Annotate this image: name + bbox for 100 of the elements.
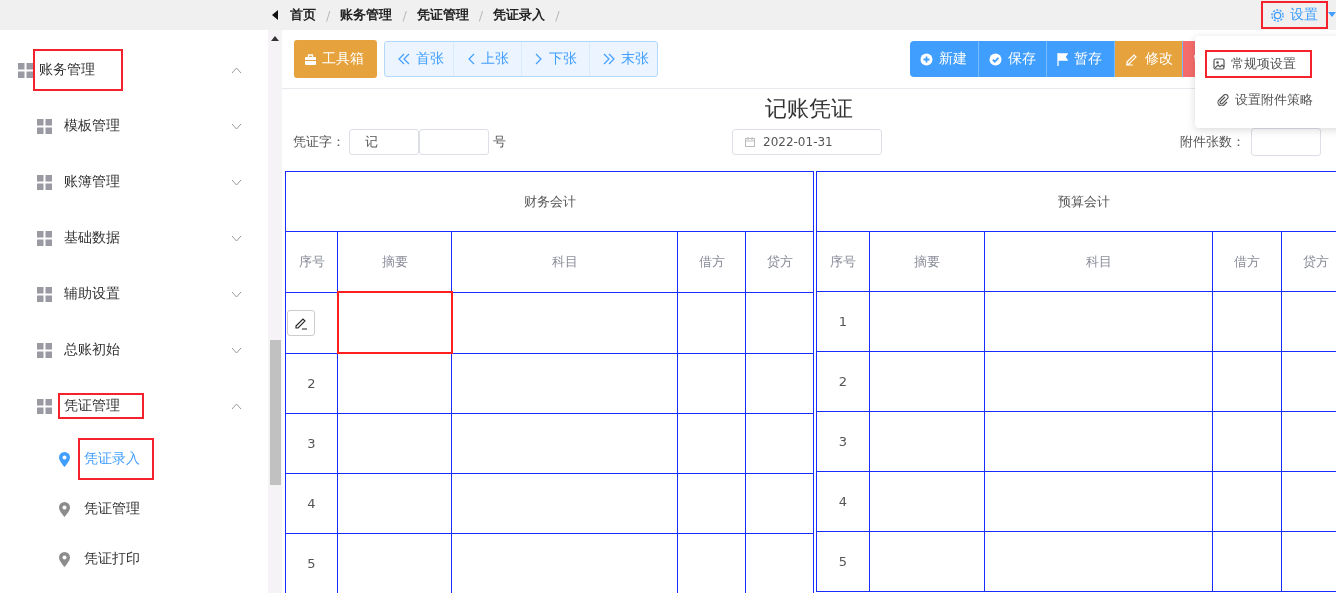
scroll-up-arrow-icon[interactable] (271, 36, 279, 41)
voucher-title: 记账凭证 (765, 96, 853, 121)
column-header: 序号 (285, 231, 338, 292)
table-cell[interactable] (1212, 411, 1282, 472)
table-cell: 3 (285, 413, 338, 474)
table-cell[interactable] (451, 292, 678, 353)
grid-icon (18, 62, 33, 78)
table-cell[interactable] (677, 413, 746, 474)
table-cell[interactable] (869, 351, 985, 412)
sidebar-item[interactable]: 账务管理 (0, 42, 268, 98)
table-cell[interactable] (984, 531, 1213, 592)
double-chevron-right-icon (603, 53, 615, 65)
voucher-number-field[interactable] (419, 129, 489, 155)
sidebar-item[interactable]: 基础数据 (0, 210, 268, 266)
table-cell[interactable] (337, 473, 452, 534)
breadcrumb-link[interactable]: 凭证管理 (416, 6, 469, 24)
field-label: 附件张数： (1180, 133, 1245, 151)
location-pin-icon (59, 501, 70, 517)
table-cell[interactable] (337, 413, 452, 474)
table-cell[interactable] (869, 291, 985, 352)
sidebar-item[interactable]: 总账初始 (0, 322, 268, 378)
field-label: 凭证字： (293, 133, 345, 151)
sidebar-item[interactable]: 账簿管理 (0, 154, 268, 210)
column-header: 贷方 (745, 231, 814, 292)
table-cell[interactable] (677, 353, 746, 414)
double-chevron-left-icon (398, 53, 410, 65)
grid-icon (37, 398, 52, 414)
breadcrumb-separator: / (478, 7, 484, 23)
gear-icon (1271, 8, 1284, 22)
grid-icon (37, 286, 52, 302)
table-cell[interactable] (677, 473, 746, 534)
section-header: 财务会计 (285, 171, 814, 232)
date-field[interactable]: 2022-01-31 (732, 129, 882, 155)
table-cell[interactable] (984, 411, 1213, 472)
table-cell[interactable] (984, 291, 1213, 352)
column-header: 摘要 (869, 231, 985, 292)
table-cell[interactable] (869, 471, 985, 532)
table-cell[interactable] (869, 411, 985, 472)
edit-button[interactable] (287, 309, 316, 336)
field-label: 号 (493, 133, 506, 151)
table-cell[interactable] (869, 531, 985, 592)
table-cell: 5 (816, 531, 870, 592)
column-header: 科目 (984, 231, 1213, 292)
scrollbar-thumb[interactable] (270, 340, 281, 485)
table-cell[interactable] (1212, 531, 1282, 592)
table-cell[interactable] (337, 292, 452, 353)
check-circle-icon (989, 52, 1002, 66)
sidebar-item[interactable]: 模板管理 (0, 98, 268, 154)
grid-icon (37, 230, 52, 246)
caret-down-icon (1328, 12, 1336, 17)
column-header: 序号 (816, 231, 870, 292)
table-cell[interactable] (1212, 351, 1282, 412)
collapse-arrow-icon[interactable] (272, 10, 278, 20)
voucher-word-field[interactable]: 记 (349, 129, 419, 155)
location-pin-icon (59, 551, 70, 567)
chevron-left-icon (467, 53, 475, 65)
table-cell[interactable] (984, 471, 1213, 532)
breadcrumb-separator: / (326, 7, 331, 23)
breadcrumb-separator: / (555, 7, 560, 23)
calendar-icon (745, 137, 755, 147)
table-cell[interactable] (1212, 291, 1282, 352)
table-cell[interactable] (451, 413, 678, 474)
column-header: 科目 (451, 231, 678, 292)
sidebar-item[interactable]: 凭证管理 (0, 378, 268, 434)
column-header: 借方 (1212, 231, 1282, 292)
table-cell: 5 (285, 533, 338, 593)
table-cell: 4 (816, 471, 870, 532)
grid-icon (37, 342, 52, 358)
table-cell[interactable] (984, 351, 1213, 412)
table-cell[interactable] (451, 353, 678, 414)
table-cell: 2 (816, 351, 870, 412)
sidebar-item[interactable]: 凭证管理 (0, 484, 268, 534)
flag-icon (1057, 52, 1068, 66)
grid-icon (37, 118, 52, 134)
table-cell[interactable] (337, 353, 452, 414)
briefcase-icon (305, 53, 316, 65)
table-cell[interactable] (745, 413, 814, 474)
sidebar-item[interactable]: 辅助设置 (0, 266, 268, 322)
table-cell: 3 (816, 411, 870, 472)
sidebar-item[interactable]: 凭证打印 (0, 534, 268, 584)
section-header: 预算会计 (816, 171, 1336, 232)
pencil-icon (1125, 52, 1139, 66)
breadcrumb-separator: / (402, 7, 407, 23)
menu-item[interactable]: 设置附件策略 (1195, 82, 1336, 118)
table-cell[interactable] (745, 292, 814, 353)
table-cell[interactable] (451, 473, 678, 534)
table-cell[interactable] (745, 473, 814, 534)
chevron-right-icon (535, 53, 543, 65)
table-cell[interactable] (1212, 471, 1282, 532)
breadcrumb-link[interactable]: 首页 (290, 6, 316, 24)
table-cell[interactable] (677, 292, 746, 353)
breadcrumb-link[interactable]: 账务管理 (340, 6, 393, 24)
table-cell: 1 (816, 291, 870, 352)
breadcrumb-link[interactable]: 凭证录入 (493, 6, 546, 24)
location-pin-icon (59, 451, 70, 467)
table-cell: 2 (285, 353, 338, 414)
paperclip-icon (1217, 94, 1229, 106)
table-cell: 4 (285, 473, 338, 534)
plus-circle-icon (920, 52, 933, 66)
table-cell[interactable] (745, 353, 814, 414)
